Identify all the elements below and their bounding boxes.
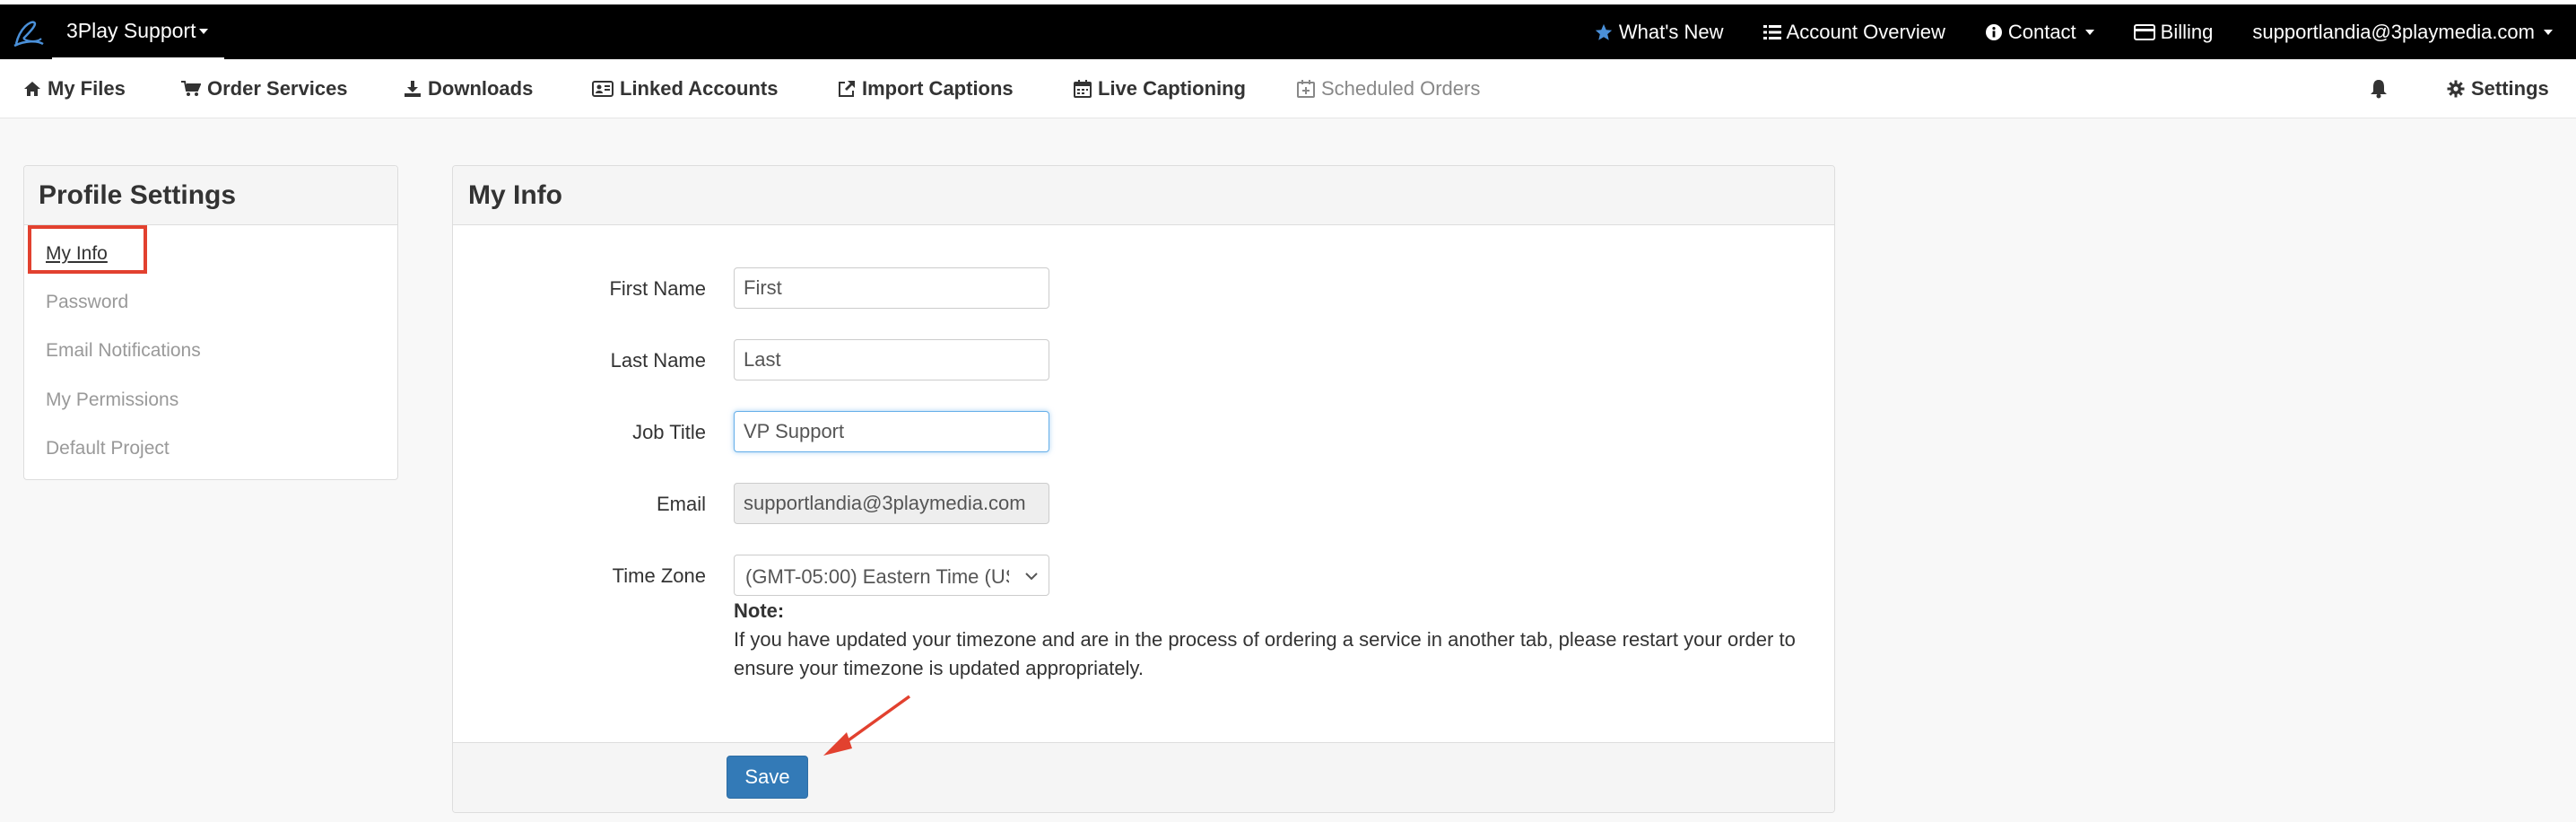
nav-live-captioning[interactable]: Live Captioning (1074, 59, 1246, 118)
whats-new-link[interactable]: What's New (1594, 21, 1724, 44)
nav-import-captions-label: Import Captions (862, 77, 1014, 100)
annotation-arrow-icon (823, 695, 911, 756)
caret-down-icon (2544, 29, 2553, 35)
nav-order-services-label: Order Services (207, 77, 348, 100)
note-title: Note: (734, 599, 785, 622)
main-navbar: My Files Order Services Downloads Linked… (0, 59, 2576, 118)
nav-linked-accounts[interactable]: Linked Accounts (592, 59, 778, 118)
sidebar-item-email-notifications[interactable]: Email Notifications (46, 340, 201, 362)
contact-dropdown[interactable]: Contact (1985, 21, 2094, 44)
star-icon (1595, 23, 1613, 40)
last-name-label: Last Name (610, 349, 706, 372)
share-square-icon (839, 81, 855, 97)
caret-down-icon (199, 28, 209, 34)
brand-label: 3Play Support (66, 19, 196, 42)
info-circle-icon (1985, 23, 2002, 40)
time-zone-value: (GMT-05:00) Eastern Time (US & Canada) (745, 565, 1009, 588)
nav-scheduled-orders[interactable]: Scheduled Orders (1297, 59, 1480, 118)
form-footer (453, 742, 1834, 812)
credit-card-icon (2133, 23, 2155, 40)
sidebar-item-default-project[interactable]: Default Project (46, 438, 170, 459)
3play-logo-icon[interactable] (11, 15, 47, 51)
billing-link[interactable]: Billing (2133, 20, 2214, 44)
save-button[interactable]: Save (727, 756, 808, 799)
account-switcher[interactable]: 3Play Support (52, 4, 224, 59)
job-title-input[interactable] (734, 411, 1049, 452)
note-text: If you have updated your timezone and ar… (734, 628, 1796, 679)
top-navbar: 3Play Support What's New Account Overvie… (0, 0, 2576, 59)
list-icon (1762, 24, 1781, 39)
sidebar-item-password[interactable]: Password (46, 292, 128, 313)
first-name-input[interactable] (734, 267, 1049, 309)
account-overview-label: Account Overview (1786, 20, 1945, 43)
profile-settings-panel: Profile Settings My Info Password Email … (23, 165, 398, 480)
annotation-highlight-box (28, 225, 147, 274)
nav-scheduled-orders-label: Scheduled Orders (1321, 77, 1481, 100)
nav-settings[interactable]: Settings (2447, 59, 2549, 118)
home-icon (24, 82, 40, 96)
id-card-icon (592, 81, 614, 97)
time-zone-select[interactable]: (GMT-05:00) Eastern Time (US & Canada) (734, 555, 1049, 596)
gear-icon (2447, 80, 2465, 98)
account-overview-link[interactable]: Account Overview (1762, 20, 1945, 44)
my-info-title: My Info (453, 166, 1834, 225)
nav-import-captions[interactable]: Import Captions (838, 59, 1014, 118)
email-label: Email (656, 493, 706, 515)
nav-my-files-label: My Files (48, 77, 126, 100)
sidebar-item-my-permissions[interactable]: My Permissions (46, 389, 178, 411)
download-icon (405, 81, 421, 97)
user-email-dropdown[interactable]: supportlandia@3playmedia.com (2252, 21, 2553, 44)
last-name-input[interactable] (734, 339, 1049, 380)
calendar-icon (1074, 80, 1092, 98)
nav-downloads[interactable]: Downloads (404, 59, 533, 118)
chevron-down-icon (1025, 573, 1038, 581)
contact-label: Contact (2007, 20, 2076, 43)
notifications-button[interactable] (2370, 59, 2394, 118)
user-email-label: supportlandia@3playmedia.com (2252, 20, 2535, 43)
nav-downloads-label: Downloads (428, 77, 534, 100)
job-title-label: Job Title (632, 421, 706, 443)
billing-label: Billing (2160, 20, 2214, 43)
profile-settings-title: Profile Settings (24, 166, 397, 225)
bell-icon (2371, 80, 2387, 99)
caret-down-icon (2084, 29, 2094, 35)
first-name-label: First Name (609, 277, 706, 300)
top-links: What's New Account Overview Contact Bill… (1594, 4, 2553, 59)
nav-live-captioning-label: Live Captioning (1098, 77, 1246, 100)
nav-linked-accounts-label: Linked Accounts (620, 77, 779, 100)
calendar-plus-icon (1297, 80, 1315, 98)
cart-icon (181, 81, 201, 96)
my-info-panel: My Info First Name Last Name Job Title E… (452, 165, 1835, 813)
nav-settings-label: Settings (2471, 77, 2549, 100)
nav-order-services[interactable]: Order Services (181, 59, 348, 118)
whats-new-label: What's New (1618, 20, 1724, 43)
nav-my-files[interactable]: My Files (23, 59, 126, 118)
email-field[interactable] (734, 483, 1049, 524)
time-zone-label: Time Zone (612, 564, 706, 587)
